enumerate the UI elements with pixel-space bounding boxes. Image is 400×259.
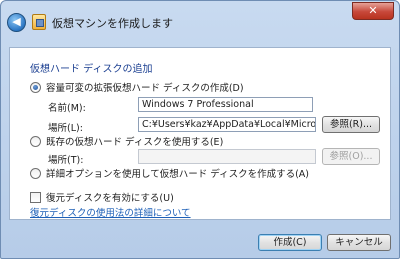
- window-title: 仮想マシンを作成します: [52, 17, 173, 30]
- back-button[interactable]: ◀: [7, 13, 26, 32]
- section-title: 仮想ハード ディスクの追加: [30, 64, 153, 75]
- content-panel: 仮想ハード ディスクの追加 容量可変の拡張仮想ハード ディスクの作成(D) 名前…: [9, 47, 391, 220]
- close-button[interactable]: ✕: [352, 2, 394, 20]
- name-field[interactable]: Windows 7 Professional: [138, 97, 313, 112]
- undo-disk-checkbox-box[interactable]: [30, 191, 41, 203]
- title-bar: ◀ 仮想マシンを作成します ✕: [1, 1, 399, 47]
- name-label: 名前(M):: [48, 103, 86, 114]
- existing-location-field[interactable]: [138, 149, 316, 164]
- radio-use-existing[interactable]: 既存の仮想ハード ディスクを使用する(E): [30, 134, 223, 148]
- existing-browse-button[interactable]: 参照(O)...: [322, 148, 380, 165]
- radio-use-existing-label: 既存の仮想ハード ディスクを使用する(E): [46, 137, 224, 148]
- browse-button[interactable]: 参照(R)...: [322, 116, 380, 133]
- dialog-footer: 作成(C) キャンセル: [1, 221, 399, 258]
- radio-advanced-indicator[interactable]: [30, 167, 41, 179]
- radio-advanced[interactable]: 詳細オプションを使用して仮想ハード ディスクを作成する(A): [30, 166, 309, 180]
- undo-disk-help-link[interactable]: 復元ディスクの使用法の詳細について: [30, 205, 191, 219]
- location-field[interactable]: C:¥Users¥kaz¥AppData¥Local¥Microsoft¥Win…: [138, 117, 316, 132]
- undo-disk-label: 復元ディスクを有効にする(U): [46, 193, 174, 204]
- radio-advanced-label: 詳細オプションを使用して仮想ハード ディスクを作成する(A): [46, 169, 309, 180]
- undo-disk-checkbox[interactable]: 復元ディスクを有効にする(U): [30, 190, 174, 204]
- location-label: 場所(L):: [48, 123, 83, 134]
- dialog-window: ◀ 仮想マシンを作成します ✕ 仮想ハード ディスクの追加 容量可変の拡張仮想ハ…: [0, 0, 400, 259]
- radio-create-dynamic-label: 容量可変の拡張仮想ハード ディスクの作成(D): [46, 83, 244, 94]
- virtual-machine-icon: [32, 14, 46, 30]
- create-button[interactable]: 作成(C): [258, 234, 322, 251]
- radio-use-existing-indicator[interactable]: [30, 135, 41, 147]
- cancel-button[interactable]: キャンセル: [327, 234, 391, 251]
- radio-create-dynamic[interactable]: 容量可変の拡張仮想ハード ディスクの作成(D): [30, 80, 244, 94]
- existing-location-label: 場所(T):: [48, 155, 84, 166]
- radio-create-dynamic-indicator[interactable]: [30, 81, 41, 93]
